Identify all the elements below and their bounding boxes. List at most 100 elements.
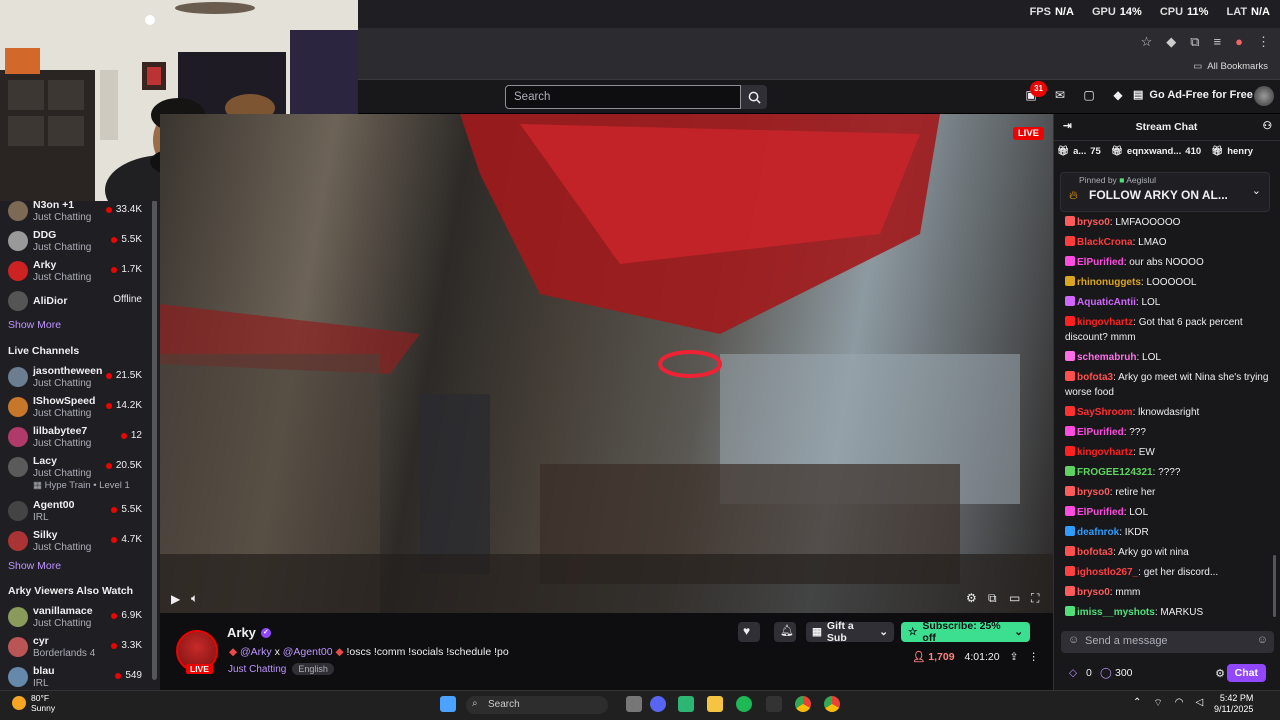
leaderboard-entry[interactable]: 🎁︎ a... 75 bbox=[1057, 146, 1101, 157]
chrome-active-icon[interactable] bbox=[824, 696, 840, 712]
play-icon[interactable]: ▶ bbox=[171, 592, 180, 606]
chat-username[interactable]: AquaticAntii bbox=[1077, 297, 1136, 308]
sidebar-channel-arky[interactable]: Arky Just Chatting 1.7K bbox=[8, 258, 148, 286]
pinned-message[interactable]: Pinned by ■ Aegislul 🔥︎ FOLLOW ARKY ON A… bbox=[1060, 172, 1270, 212]
chat-username[interactable]: bryso0 bbox=[1077, 217, 1110, 228]
chat-username[interactable]: SayShroom bbox=[1077, 407, 1133, 418]
chat-username[interactable]: kingovhartz bbox=[1077, 317, 1133, 328]
emoji-icon[interactable]: ☺ bbox=[1257, 634, 1268, 646]
title-mention-arky[interactable]: @Arky bbox=[240, 646, 272, 658]
chat-username[interactable]: bofota3 bbox=[1077, 372, 1113, 383]
sidebar-channel-ddg[interactable]: DDG Just Chatting 5.5K bbox=[8, 228, 148, 256]
chat-username[interactable]: BlackCrona bbox=[1077, 237, 1133, 248]
speaker-icon[interactable]: ◁ bbox=[1196, 697, 1204, 710]
task-view-icon[interactable] bbox=[626, 696, 642, 712]
chat-scrollbar[interactable] bbox=[1273, 555, 1276, 617]
community-icon[interactable]: ⚇ bbox=[1263, 120, 1272, 132]
chat-username[interactable]: kingovhartz bbox=[1077, 447, 1133, 458]
more-options-icon[interactable]: ⋮ bbox=[1028, 651, 1039, 663]
channel-points-icon[interactable]: ◯ bbox=[1100, 667, 1112, 679]
stream-category-link[interactable]: Just Chatting bbox=[228, 664, 286, 675]
chat-username[interactable]: bryso0 bbox=[1077, 587, 1110, 598]
language-tag[interactable]: English bbox=[292, 663, 334, 675]
all-bookmarks-button[interactable]: ▭ All Bookmarks bbox=[1193, 61, 1268, 72]
sidebar-channel-jasontheween[interactable]: jasontheween Just Chatting 21.5K bbox=[8, 364, 148, 392]
fullscreen-icon[interactable]: ⛶ bbox=[1031, 591, 1039, 606]
chat-username[interactable]: deafnrok bbox=[1077, 527, 1119, 538]
viewer-count: 5.5K bbox=[111, 504, 142, 515]
notifications-button[interactable]: ▣ 31 bbox=[1024, 81, 1047, 102]
show-more-link[interactable]: Show More bbox=[8, 319, 61, 331]
media-control-icon[interactable]: ≡ bbox=[1214, 34, 1222, 50]
taskbar-clock[interactable]: 5:42 PM 9/11/2025 bbox=[1214, 693, 1253, 715]
activity-feed-button[interactable]: ▢ bbox=[1082, 88, 1096, 102]
settings-gear-icon[interactable]: ⚙ bbox=[966, 591, 977, 605]
browser-menu-icon[interactable]: ⋮ bbox=[1257, 34, 1270, 50]
chat-username[interactable]: FROGEE124321 bbox=[1077, 467, 1153, 478]
crown-button[interactable]: ◆ bbox=[1111, 88, 1125, 102]
sidebar-channel-silky[interactable]: Silky Just Chatting 4.7K bbox=[8, 528, 148, 556]
sidebar-channel-lilbabytee7[interactable]: lilbabytee7 Just Chatting 12 bbox=[8, 424, 148, 452]
sidebar-channel-lacy[interactable]: Lacy Just Chatting 20.5K ▦ Hype Train • Lev… bbox=[8, 454, 148, 491]
windows-start-icon[interactable] bbox=[440, 696, 456, 712]
leaderboard-entry[interactable]: 🎁︎ eqnxwand... 410 bbox=[1111, 146, 1201, 157]
user-avatar[interactable] bbox=[1254, 86, 1274, 106]
sidebar-channel-ishowspeed[interactable]: IShowSpeed Just Chatting 14.2K bbox=[8, 394, 148, 422]
sidebar-channel-agent00[interactable]: Agent00 IRL 5.5K bbox=[8, 498, 148, 526]
taskbar-search[interactable]: ⌕ Search bbox=[466, 696, 608, 714]
extension-diamond-icon[interactable]: ◆ bbox=[1166, 34, 1176, 50]
chat-username[interactable]: bryso0 bbox=[1077, 487, 1110, 498]
chat-username[interactable]: schemabruh bbox=[1077, 352, 1136, 363]
sidebar-channel-vanillamace[interactable]: vanillamace Just Chatting 6.9K bbox=[8, 604, 148, 632]
app-icon[interactable] bbox=[678, 696, 694, 712]
chat-send-button[interactable]: Chat bbox=[1226, 664, 1266, 682]
weather-widget[interactable]: 80°F Sunny bbox=[12, 693, 55, 713]
network-icon[interactable]: ⌔ bbox=[1153, 697, 1162, 710]
collapse-chat-icon[interactable]: ⇥ bbox=[1063, 120, 1072, 132]
spotify-icon[interactable] bbox=[736, 696, 752, 712]
notifications-bell-button[interactable]: 🔔︎ bbox=[774, 622, 796, 642]
follow-button[interactable]: ♥ bbox=[738, 622, 760, 642]
chat-username[interactable]: ElPurified bbox=[1077, 257, 1124, 268]
show-more-link[interactable]: Show More bbox=[8, 560, 61, 572]
volume-icon[interactable]: 🔈︎ bbox=[191, 591, 198, 606]
chat-username[interactable]: ighostlo267_ bbox=[1077, 567, 1138, 578]
search-input[interactable]: Search bbox=[505, 85, 741, 109]
media-app-icon[interactable] bbox=[766, 696, 782, 712]
chat-input[interactable]: ☺ Send a message ☺ bbox=[1061, 631, 1274, 653]
go-ad-free-button[interactable]: ▤ Go Ad-Free for Free bbox=[1133, 88, 1253, 102]
whispers-button[interactable]: ✉ bbox=[1053, 88, 1067, 102]
chat-username[interactable]: imiss__myshots bbox=[1077, 607, 1155, 618]
clip-icon[interactable]: ⧉ bbox=[988, 591, 997, 606]
sidebar-channel-alidior[interactable]: AliDior Offline bbox=[8, 288, 148, 316]
sidebar-channel-n3on-1[interactable]: N3on +1 Just Chatting 33.4K bbox=[8, 198, 148, 226]
search-button[interactable] bbox=[741, 85, 767, 109]
chat-username[interactable]: ElPurified bbox=[1077, 507, 1124, 518]
chevron-down-icon[interactable]: ⌄ bbox=[1252, 184, 1261, 197]
sidebar-channel-blau[interactable]: blau IRL 549 bbox=[8, 664, 148, 692]
profile-icon[interactable]: ● bbox=[1235, 34, 1243, 50]
chat-username[interactable]: rhinonuggets bbox=[1077, 277, 1141, 288]
sidebar-channel-cyr[interactable]: cyr Borderlands 4 3.3K bbox=[8, 634, 148, 662]
discord-icon[interactable] bbox=[650, 696, 666, 712]
chat-settings-icon[interactable]: ⚙ bbox=[1215, 667, 1225, 680]
bookmark-star-icon[interactable]: ☆ bbox=[1141, 34, 1153, 50]
theater-mode-icon[interactable]: ▭ bbox=[1009, 591, 1020, 605]
chevron-up-icon[interactable]: ⌃ bbox=[1133, 697, 1141, 710]
title-mention-agent00[interactable]: @Agent00 bbox=[283, 646, 333, 658]
bits-icon[interactable]: ◇ bbox=[1069, 667, 1077, 679]
chrome-icon[interactable] bbox=[795, 696, 811, 712]
emote-picker-icon[interactable]: ☺ bbox=[1068, 634, 1079, 646]
share-icon[interactable]: ⇪ bbox=[1010, 651, 1019, 663]
leaderboard-entry[interactable]: 🎁︎ henry bbox=[1211, 146, 1253, 157]
subscribe-button[interactable]: ☆ Subscribe: 25% off ⌄ bbox=[901, 620, 1030, 644]
chat-username[interactable]: ElPurified bbox=[1077, 427, 1124, 438]
extensions-puzzle-icon[interactable]: ⧉ bbox=[1190, 34, 1199, 50]
wifi-icon[interactable]: ◠ bbox=[1175, 697, 1184, 710]
video-player[interactable]: LIVE bbox=[160, 114, 1053, 613]
channel-name[interactable]: Arky ✓ bbox=[227, 625, 271, 640]
chat-username[interactable]: bofota3 bbox=[1077, 547, 1113, 558]
sidebar-scrollbar[interactable] bbox=[152, 200, 157, 680]
gift-sub-button[interactable]: ▦ Gift a Sub ⌄ bbox=[806, 620, 894, 644]
file-explorer-icon[interactable] bbox=[707, 696, 723, 712]
